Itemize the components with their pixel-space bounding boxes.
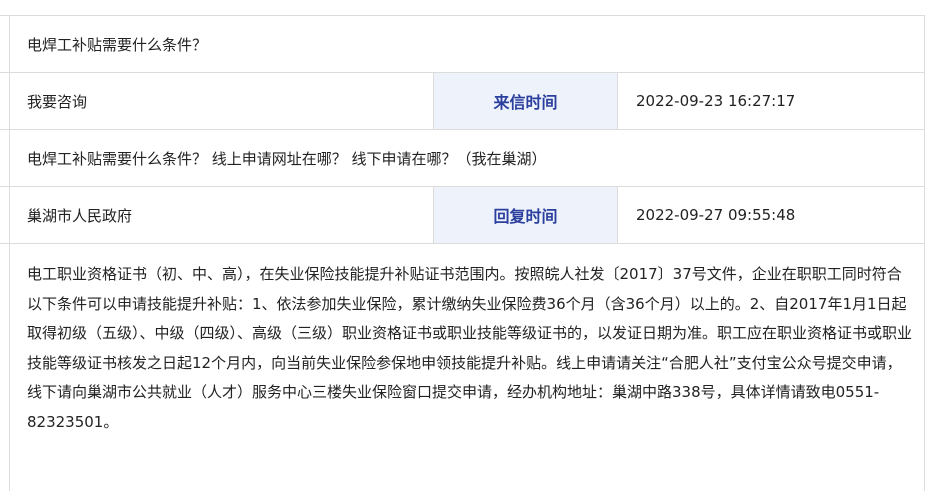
row-divider-stub: [0, 15, 9, 16]
row-divider-stub: [0, 129, 9, 130]
question-title-row: 电焊工补贴需要什么条件？: [9, 15, 925, 72]
question-content-row: 电焊工补贴需要什么条件？ 线上申请网址在哪？ 线下申请在哪？（我在巢湖）: [9, 129, 925, 186]
sent-time-value: 2022-09-23 16:27:17: [636, 92, 796, 110]
reply-meta-row: 巢湖市人民政府 回复时间 2022-09-27 09:55:48: [9, 186, 925, 243]
row-divider-stub: [0, 72, 9, 73]
reply-time-value: 2022-09-27 09:55:48: [636, 206, 796, 224]
letter-detail-table: 电焊工补贴需要什么条件？ 我要咨询 来信时间 2022-09-23 16:27:…: [0, 0, 934, 491]
sent-time-label: 来信时间: [433, 73, 618, 129]
reply-content: 电工职业资格证书（初、中、高），在失业保险技能提升补贴证书范围内。按照皖人社发〔…: [27, 265, 913, 431]
question-meta-row: 我要咨询 来信时间 2022-09-23 16:27:17: [9, 72, 925, 129]
question-content: 电焊工补贴需要什么条件？ 线上申请网址在哪？ 线下申请在哪？（我在巢湖）: [27, 149, 547, 168]
asker-name: 我要咨询: [27, 92, 88, 111]
row-divider-stub: [0, 243, 9, 244]
reply-time-label: 回复时间: [433, 187, 618, 243]
row-divider-stub: [0, 186, 9, 187]
reply-department: 巢湖市人民政府: [27, 206, 133, 225]
question-title: 电焊工补贴需要什么条件？: [27, 35, 208, 54]
